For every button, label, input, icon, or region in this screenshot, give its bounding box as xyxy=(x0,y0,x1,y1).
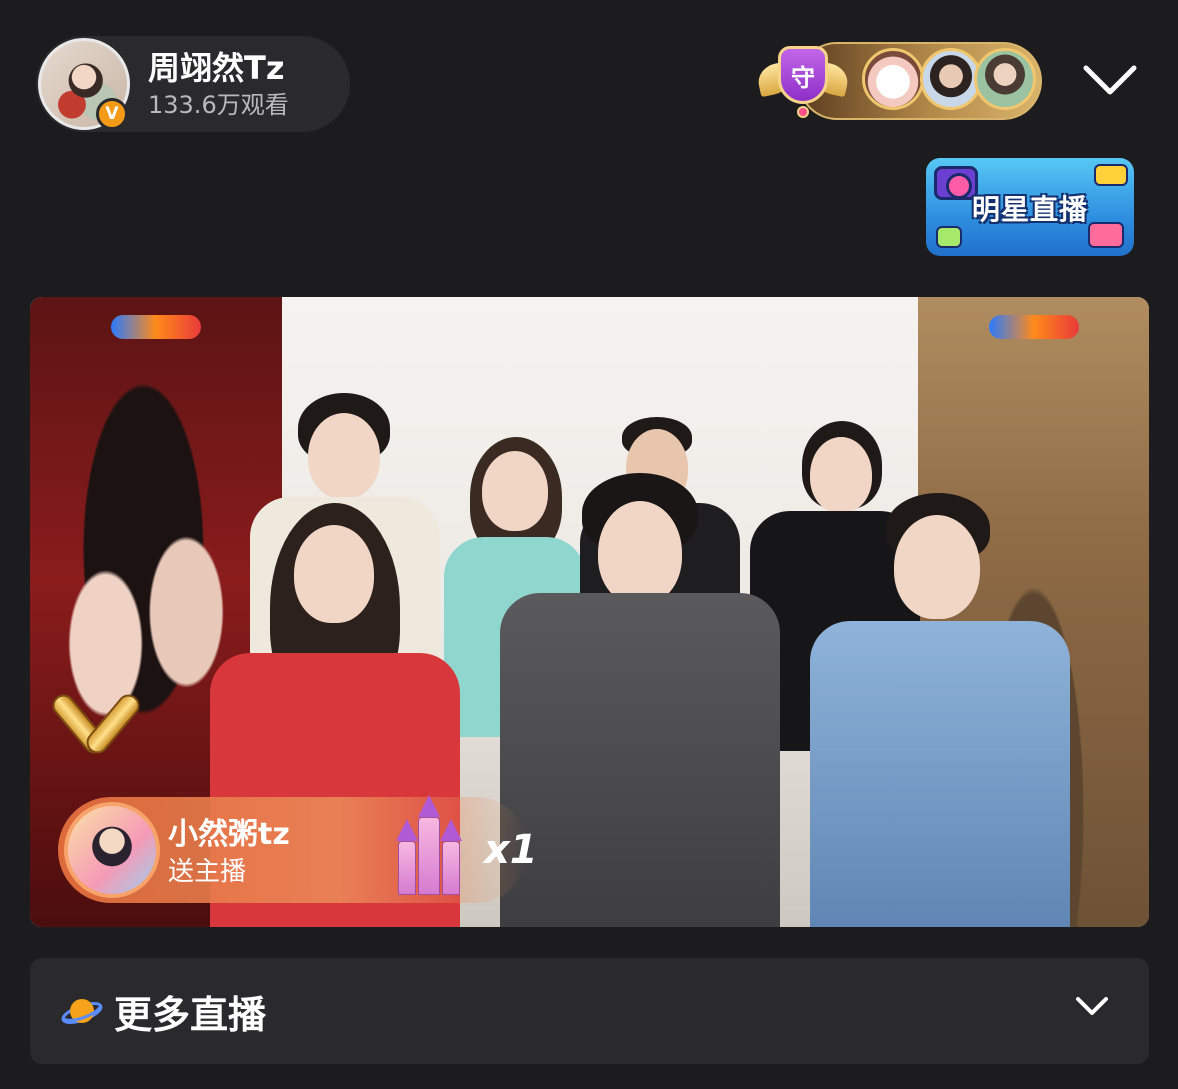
guard-fans-bar[interactable]: 守 xyxy=(755,40,1042,122)
sponsor-logo xyxy=(111,315,201,339)
star-live-label: 明星直播 xyxy=(971,193,1088,226)
castle-gift-icon xyxy=(394,795,464,895)
top-fan-avatar-2[interactable] xyxy=(920,48,982,110)
view-count: 133.6万观看 xyxy=(148,91,289,119)
gift-sender-avatar[interactable] xyxy=(64,802,160,898)
more-live-label: 更多直播 xyxy=(114,992,267,1037)
host-avatar-wrap[interactable]: V xyxy=(38,38,130,130)
gift-count: x1 xyxy=(484,827,538,873)
gift-action-text: 送主播 xyxy=(168,857,247,887)
gift-notification: 小然粥tz 送主播 x1 xyxy=(58,795,538,903)
host-text: 周翊然Tz 133.6万观看 xyxy=(148,48,289,120)
gift-sender-name: 小然粥tz xyxy=(168,817,290,852)
host-info[interactable]: V 周翊然Tz 133.6万观看 xyxy=(36,36,350,132)
guard-gem xyxy=(797,106,809,118)
sticker-icon xyxy=(936,226,962,248)
person-front-2 xyxy=(500,473,780,927)
top-fan-avatar-3[interactable] xyxy=(974,48,1036,110)
guard-shield-icon[interactable]: 守 xyxy=(755,40,851,122)
chevron-down-icon[interactable] xyxy=(1080,56,1140,104)
guard-shield: 守 xyxy=(778,46,828,104)
more-live-bar[interactable]: 更多直播 xyxy=(30,958,1149,1064)
live-video[interactable]: 小然粥tz 送主播 x1 xyxy=(30,297,1149,927)
person-front-3 xyxy=(810,493,1070,927)
car-icon xyxy=(1094,164,1128,186)
star-live-banner[interactable]: 明星直播 xyxy=(926,158,1134,256)
verified-badge-icon: V xyxy=(96,98,128,130)
fireworks-icon xyxy=(48,689,144,765)
sponsor-logo xyxy=(988,315,1079,339)
planet-icon xyxy=(60,989,104,1033)
top-fan-avatar-1[interactable] xyxy=(862,48,924,110)
chevron-down-icon[interactable] xyxy=(1075,996,1109,1026)
host-name: 周翊然Tz xyxy=(148,49,285,87)
